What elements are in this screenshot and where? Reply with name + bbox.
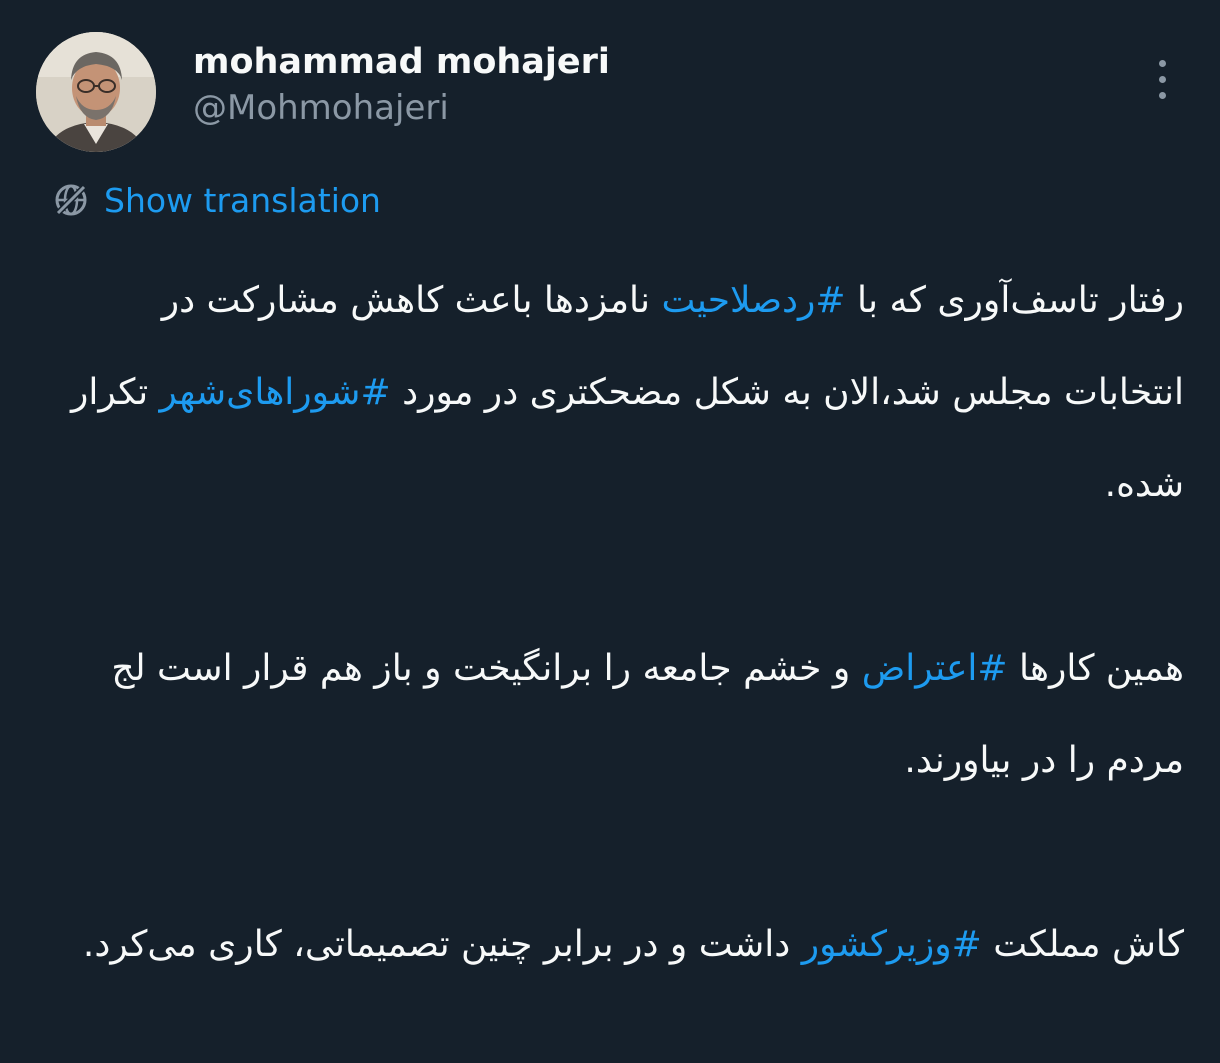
tweet-paragraph-1: رفتار تاسف‌آوری که با #ردصلاحیت نامزدها … <box>36 255 1184 531</box>
user-avatar[interactable] <box>36 32 156 152</box>
avatar-photo <box>36 32 156 152</box>
tweet-header: mohammad mohajeri @Mohmohajeri <box>36 32 1186 152</box>
tweet-text: رفتار تاسف‌آوری که با #ردصلاحیت نامزدها … <box>36 255 1184 991</box>
translate-globe-icon <box>55 184 87 216</box>
tweet-text-segment: رفتار تاسف‌آوری که با <box>845 280 1184 321</box>
hashtag-link[interactable]: #اعتراض <box>862 648 1008 689</box>
tweet-text-segment: داشت و در برابر چنین تصمیماتی، کاری می‌ک… <box>82 924 802 965</box>
hashtag-link[interactable]: #وزیرکشور <box>802 924 982 965</box>
hashtag-link[interactable]: #شوراهای‌شهر <box>160 372 391 413</box>
tweet-text-segment: کاش مملکت <box>981 924 1184 965</box>
more-vertical-icon[interactable] <box>1144 58 1180 102</box>
user-names: mohammad mohajeri @Mohmohajeri <box>193 40 610 132</box>
user-handle[interactable]: @Mohmohajeri <box>193 84 610 132</box>
show-translation-button[interactable]: Show translation <box>52 176 381 224</box>
hashtag-link[interactable]: #ردصلاحیت <box>662 280 846 321</box>
tweet-paragraph-2: همین کارها #اعتراض و خشم جامعه را برانگی… <box>36 623 1184 807</box>
tweet-text-segment: همین کارها <box>1007 648 1184 689</box>
tweet-paragraph-3: کاش مملکت #وزیرکشور داشت و در برابر چنین… <box>36 899 1184 991</box>
display-name[interactable]: mohammad mohajeri <box>193 40 610 84</box>
show-translation-label: Show translation <box>104 180 381 220</box>
